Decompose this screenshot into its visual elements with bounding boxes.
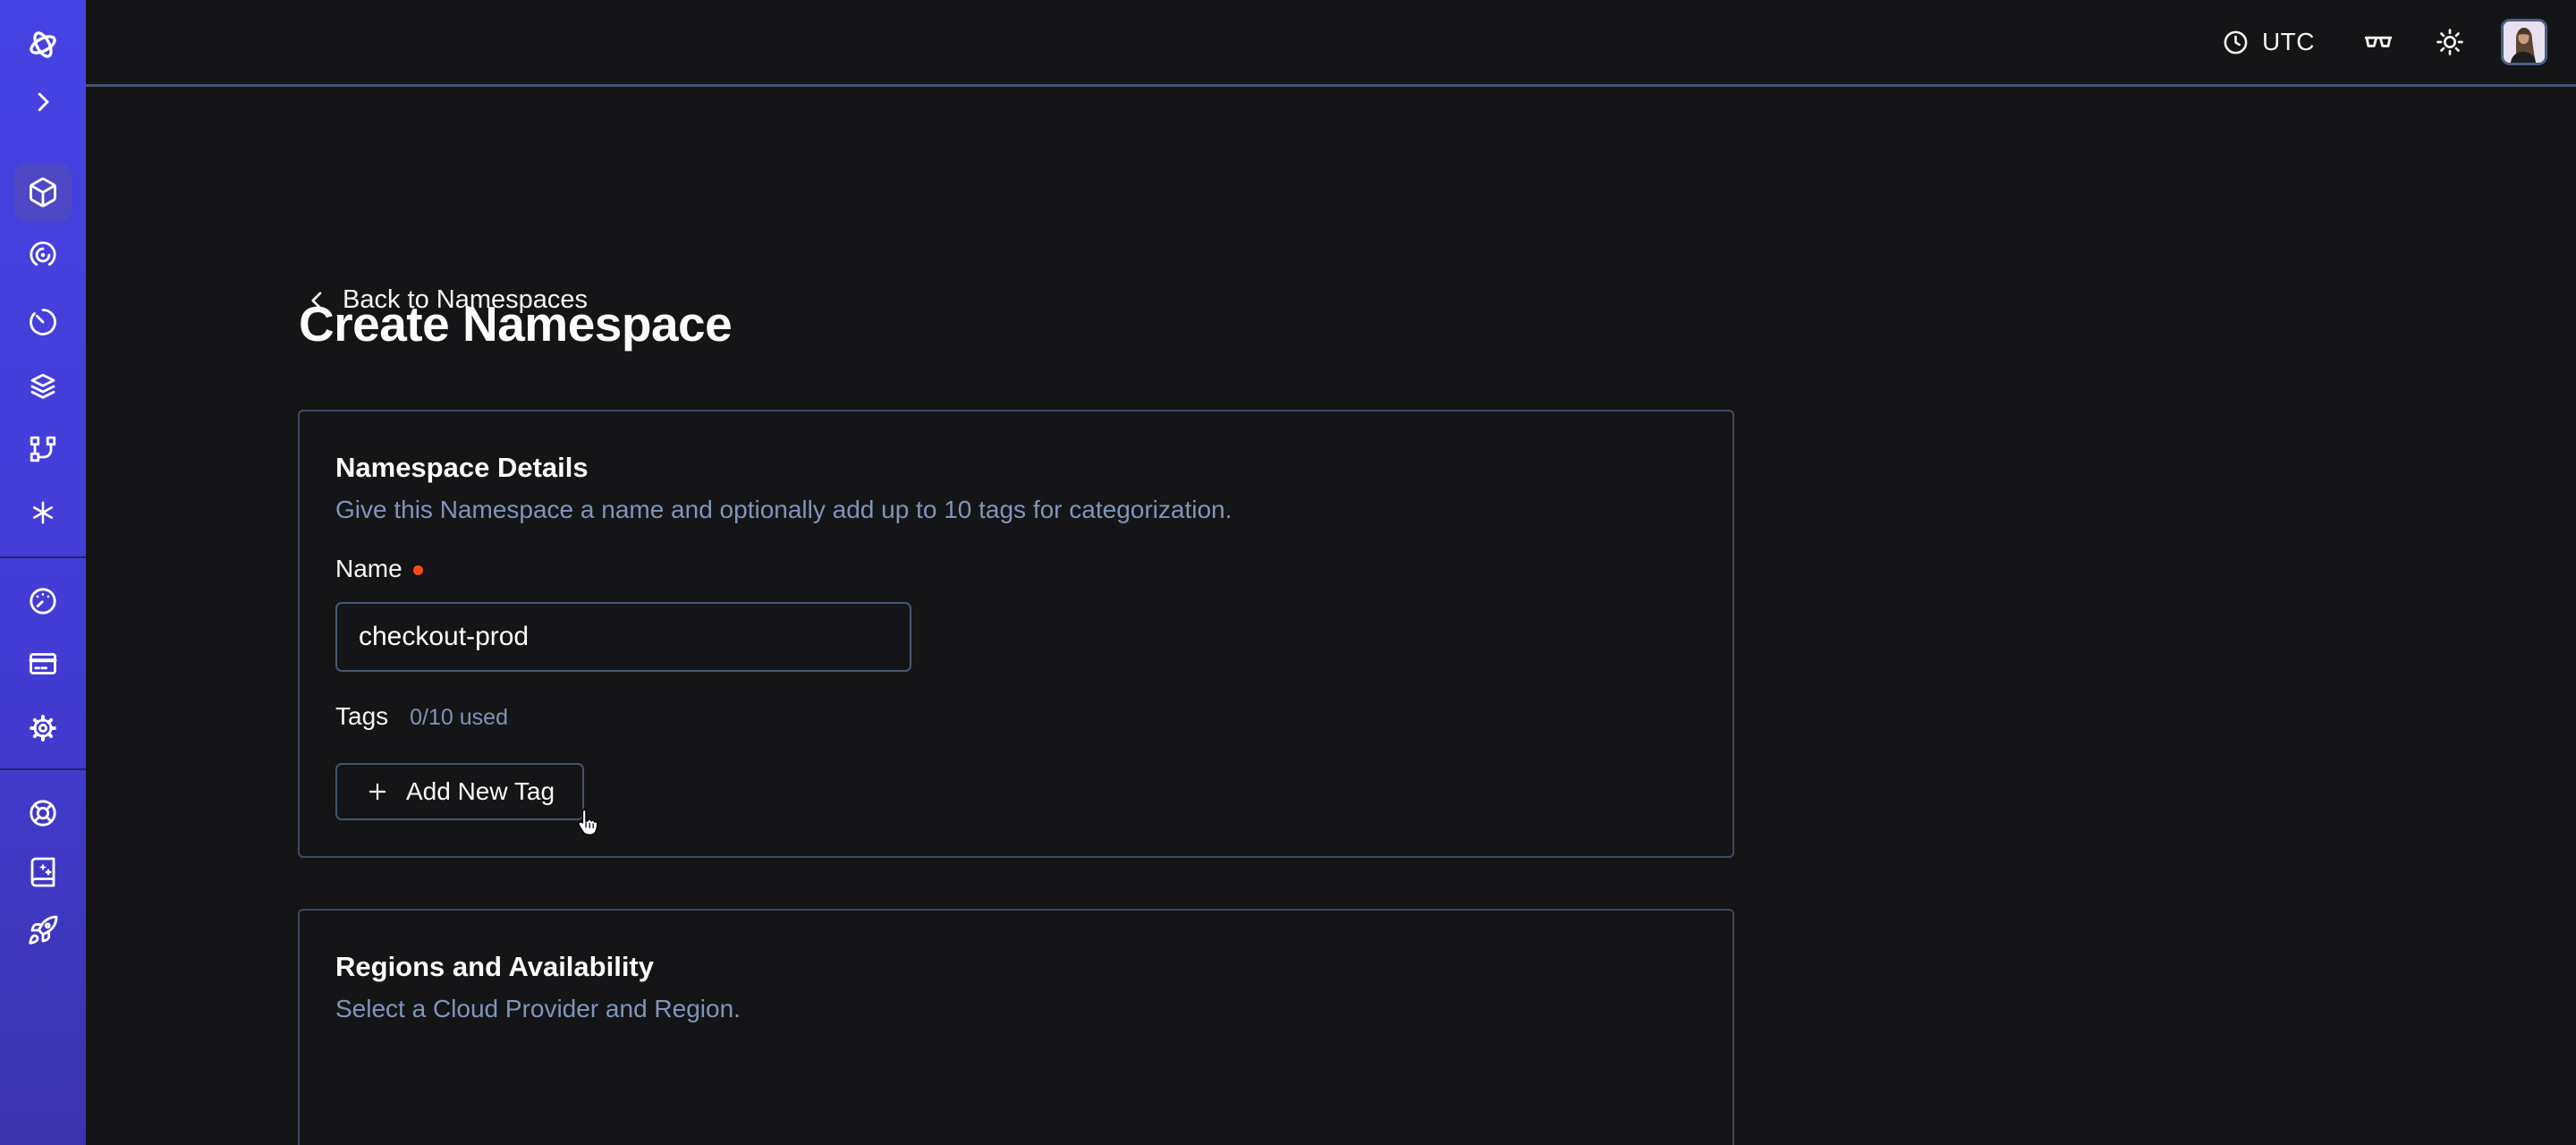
branch-icon: [27, 433, 59, 465]
plus-icon: [365, 779, 390, 804]
sidebar-item-billing[interactable]: [14, 635, 72, 692]
sidebar-item-namespaces[interactable]: [14, 164, 72, 221]
timezone-label: UTC: [2262, 28, 2315, 56]
namespace-name-input[interactable]: [335, 602, 911, 672]
topbar: UTC: [86, 0, 2576, 87]
cube-icon: [27, 176, 59, 208]
timezone-selector[interactable]: UTC: [2222, 28, 2315, 56]
clock-icon: [2222, 29, 2250, 56]
avatar-image: [2504, 21, 2545, 63]
sidebar-item-usage[interactable]: [14, 572, 72, 630]
add-new-tag-label: Add New Tag: [406, 777, 555, 806]
required-dot: [413, 565, 423, 575]
sidebar: [0, 0, 86, 1145]
main-content: Back to Namespaces Create Namespace Name…: [86, 87, 2576, 1145]
tags-label-row: Tags 0/10 used: [335, 702, 508, 731]
glasses-icon: [2361, 25, 2395, 59]
tags-label: Tags: [335, 702, 388, 731]
asterisk-icon: [27, 496, 59, 529]
avatar[interactable]: [2501, 19, 2547, 65]
timer-icon: [27, 306, 59, 338]
chevron-right-icon: [30, 89, 56, 115]
book-sparkle-icon: [27, 856, 59, 888]
page-title: Create Namespace: [299, 295, 732, 352]
theme-toggle-button[interactable]: [2435, 27, 2465, 57]
sidebar-item-support[interactable]: [14, 785, 72, 842]
temporal-logo: [14, 16, 72, 73]
sun-icon: [2435, 27, 2465, 57]
gauge-icon: [27, 585, 59, 617]
sidebar-item-settings[interactable]: [14, 700, 72, 757]
details-card-subtitle: Give this Namespace a name and optionall…: [335, 496, 1232, 524]
accessibility-button[interactable]: [2361, 25, 2395, 59]
life-buoy-icon: [27, 797, 59, 829]
gear-icon: [27, 712, 59, 744]
spiral-icon: [27, 239, 59, 271]
sidebar-item-nexus[interactable]: [14, 484, 72, 541]
regions-card: Regions and Availability Select a Cloud …: [298, 909, 1734, 1145]
tags-used-counter: 0/10 used: [410, 705, 508, 731]
layers-icon: [27, 370, 59, 403]
sidebar-item-pipelines[interactable]: [14, 420, 72, 478]
add-new-tag-button[interactable]: Add New Tag: [335, 763, 584, 820]
details-card-title: Namespace Details: [335, 452, 589, 484]
sidebar-divider: [0, 556, 86, 558]
sidebar-item-workflows[interactable]: [14, 226, 72, 284]
sidebar-collapse-button[interactable]: [14, 73, 72, 131]
sidebar-item-getting-started[interactable]: [14, 902, 72, 959]
regions-card-subtitle: Select a Cloud Provider and Region.: [335, 995, 741, 1023]
sidebar-item-deployments[interactable]: [14, 358, 72, 415]
rocket-icon: [27, 914, 59, 946]
regions-card-title: Regions and Availability: [335, 951, 654, 983]
sidebar-item-docs[interactable]: [14, 844, 72, 901]
sidebar-item-schedules[interactable]: [14, 293, 72, 351]
name-field-label: Name: [335, 555, 423, 583]
credit-card-icon: [27, 648, 59, 680]
sidebar-divider: [0, 768, 86, 770]
namespace-details-card: Namespace Details Give this Namespace a …: [298, 410, 1734, 858]
